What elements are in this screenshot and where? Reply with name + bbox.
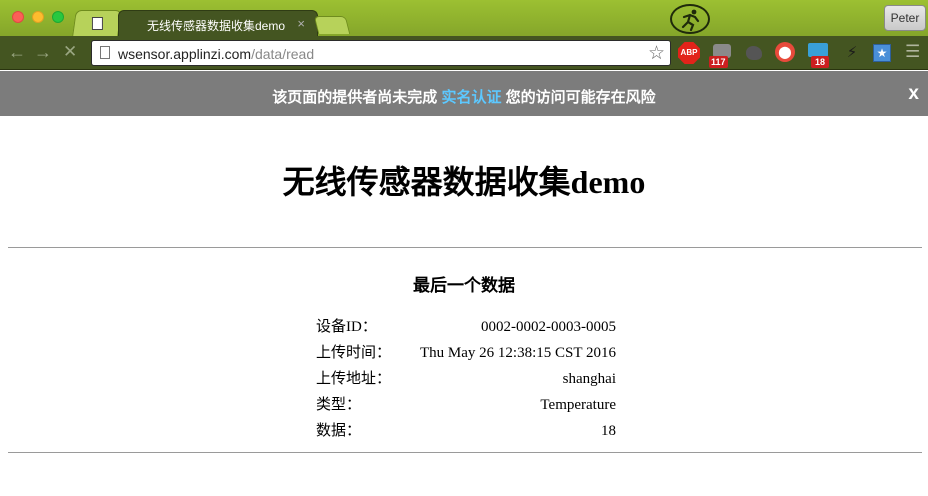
row-label: 设备ID： [316, 319, 377, 335]
document-icon [91, 17, 103, 30]
stop-icon[interactable]: ✕ [63, 43, 77, 61]
table-row: 上传地址： shanghai [316, 366, 616, 392]
window-titlebar: 无线传感器数据收集demo × Peter [0, 0, 928, 36]
row-value: Temperature [540, 397, 616, 413]
address-bar[interactable]: wsensor.applinzi.com/data/read ☆ [91, 40, 671, 66]
hedgehog-icon[interactable] [743, 42, 765, 64]
tab-active[interactable]: 无线传感器数据收集demo × [118, 10, 318, 36]
hedgehog-shape [746, 46, 762, 60]
row-label: 类型： [316, 397, 362, 413]
table-row: 设备ID： 0002-0002-0003-0005 [316, 314, 616, 340]
url-text[interactable]: wsensor.applinzi.com/data/read [118, 46, 314, 62]
lightning-icon[interactable]: ⚡ [841, 42, 863, 64]
row-label: 上传地址： [316, 371, 392, 387]
adblock-plus-icon[interactable]: ABP [678, 42, 700, 64]
section-title: 最后一个数据 [413, 276, 515, 295]
tab-blank[interactable] [72, 10, 122, 36]
real-name-verification-link[interactable]: 实名认证 [441, 89, 501, 106]
zoom-window-button[interactable] [52, 11, 64, 23]
mail-icon[interactable]: 117 [709, 42, 733, 68]
bookmark-square: ★ [873, 44, 891, 62]
new-tab-button[interactable] [313, 16, 351, 34]
page-title: 无线传感器数据收集demo [282, 164, 646, 200]
row-label: 上传时间： [316, 345, 392, 361]
red-circle-shape: ⬤ [775, 42, 795, 62]
page-icon [100, 46, 110, 59]
close-window-button[interactable] [12, 11, 24, 23]
forward-icon[interactable]: → [34, 43, 52, 61]
minimize-window-button[interactable] [32, 11, 44, 23]
monitor-badge: 18 [811, 56, 829, 68]
red-circle-icon[interactable]: ⬤ [775, 42, 797, 64]
divider-bottom [8, 452, 922, 453]
tab-title: 无线传感器数据收集demo [147, 19, 286, 33]
data-table: 设备ID： 0002-0002-0003-0005 上传时间： Thu May … [316, 314, 616, 444]
banner-text-before: 该页面的提供者尚未完成 [272, 89, 438, 106]
bookmark-star-icon[interactable]: ☆ [648, 42, 665, 65]
url-host: wsensor.applinzi.com [118, 46, 252, 62]
table-row: 类型： Temperature [316, 392, 616, 418]
tab-close-icon[interactable]: × [297, 16, 305, 31]
divider-top [8, 247, 922, 248]
browser-toolbar: ← → ✕ wsensor.applinzi.com/data/read ☆ A… [0, 36, 928, 70]
row-value: 0002-0002-0003-0005 [481, 319, 616, 335]
menu-icon[interactable]: ☰ [905, 42, 920, 62]
row-value: shanghai [562, 371, 616, 387]
table-row: 数据： 18 [316, 418, 616, 444]
back-icon[interactable]: ← [8, 43, 26, 61]
mail-badge: 117 [709, 56, 728, 68]
row-value: Thu May 26 12:38:15 CST 2016 [420, 345, 616, 361]
adblock-label: ABP [678, 42, 700, 64]
monitor-icon[interactable]: 18 [807, 42, 829, 68]
running-figure-logo-icon [670, 4, 710, 34]
row-label: 数据： [316, 423, 362, 439]
profile-button[interactable]: Peter [884, 5, 926, 31]
row-value: 18 [601, 423, 616, 439]
monitor-screen [808, 43, 828, 57]
bookmark-star-extension-icon[interactable]: ★ [871, 42, 893, 64]
banner-text-after: 您的访问可能存在风险 [505, 89, 656, 106]
url-path: /data/read [251, 46, 315, 62]
banner-text: 该页面的提供者尚未完成 实名认证 您的访问可能存在风险 [0, 86, 928, 107]
warning-banner: 该页面的提供者尚未完成 实名认证 您的访问可能存在风险 x [0, 71, 928, 116]
banner-close-button[interactable]: x [908, 83, 919, 105]
table-row: 上传时间： Thu May 26 12:38:15 CST 2016 [316, 340, 616, 366]
